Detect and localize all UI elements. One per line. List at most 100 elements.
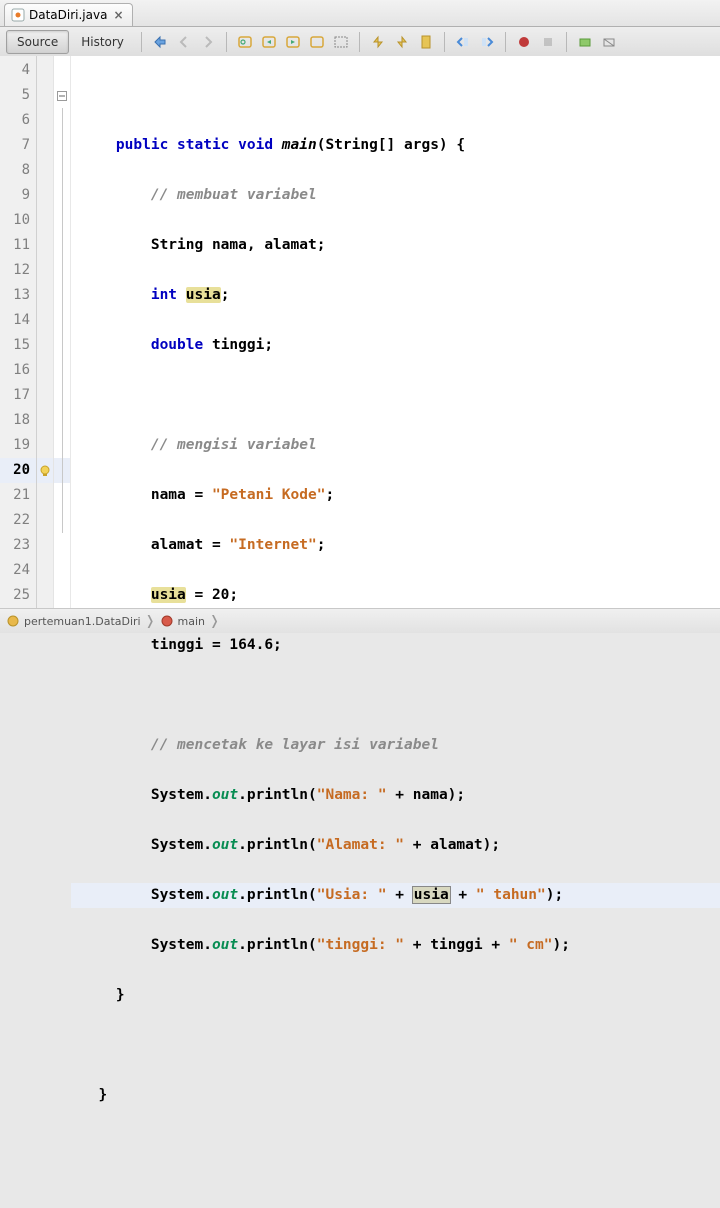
- line-number: 19: [0, 433, 36, 458]
- toolbar-separator: [359, 32, 360, 52]
- code-line: System.out.println("Nama: " + nama);: [81, 783, 720, 808]
- fold-cell: [54, 458, 70, 483]
- toolbar-separator: [505, 32, 506, 52]
- fold-margin: [54, 56, 71, 609]
- breadcrumb-bar: pertemuan1.DataDiri ❭ main ❭: [0, 608, 720, 633]
- code-line: public static void main(String[] args) {: [81, 133, 720, 158]
- fold-cell: [54, 83, 70, 108]
- glyph-cell: [37, 358, 53, 383]
- source-tab-button[interactable]: Source: [6, 30, 69, 54]
- fold-cell: [54, 308, 70, 333]
- code-line: System.out.println("Alamat: " + alamat);: [81, 833, 720, 858]
- line-number: 17: [0, 383, 36, 408]
- fold-cell: [54, 408, 70, 433]
- fold-minus-icon[interactable]: [57, 91, 67, 101]
- line-number: 18: [0, 408, 36, 433]
- code-line: [81, 683, 720, 708]
- glyph-cell: [37, 283, 53, 308]
- code-line: String nama, alamat;: [81, 233, 720, 258]
- line-number: 24: [0, 558, 36, 583]
- code-line: double tinggi;: [81, 333, 720, 358]
- history-tab-button[interactable]: History: [71, 31, 134, 53]
- glyph-margin: [37, 56, 54, 609]
- code-line: tinggi = 164.6;: [81, 633, 720, 658]
- hint-bulb-icon[interactable]: [39, 465, 51, 477]
- editor-toolbar: Source History: [0, 27, 720, 58]
- code-line: [81, 1033, 720, 1058]
- shift-left-icon[interactable]: [452, 31, 474, 53]
- code-line: usia = 20;: [81, 583, 720, 608]
- fold-cell: [54, 483, 70, 508]
- line-number: 7: [0, 133, 36, 158]
- find-prev-icon[interactable]: [258, 31, 280, 53]
- fold-cell: [54, 558, 70, 583]
- line-number: 10: [0, 208, 36, 233]
- fold-cell: [54, 533, 70, 558]
- line-number: 6: [0, 108, 36, 133]
- chevron-right-icon: ❭: [145, 614, 156, 629]
- glyph-cell: [37, 333, 53, 358]
- fold-cell: [54, 508, 70, 533]
- glyph-cell: [37, 133, 53, 158]
- toggle-rect-select-icon[interactable]: [330, 31, 352, 53]
- code-line: System.out.println("tinggi: " + tinggi +…: [81, 933, 720, 958]
- fold-cell: [54, 108, 70, 133]
- code-editor[interactable]: 45678910111213141516171819202122232425 p…: [0, 56, 720, 609]
- glyph-cell: [37, 433, 53, 458]
- glyph-cell: [37, 508, 53, 533]
- prev-bookmark-icon[interactable]: [367, 31, 389, 53]
- line-number: 13: [0, 283, 36, 308]
- fold-cell: [54, 233, 70, 258]
- toggle-bookmark-icon[interactable]: [415, 31, 437, 53]
- breadcrumb-label: pertemuan1.DataDiri: [24, 615, 141, 628]
- fold-cell: [54, 158, 70, 183]
- code-line: // membuat variabel: [81, 183, 720, 208]
- code-line: [81, 1133, 720, 1158]
- next-bookmark-icon[interactable]: [391, 31, 413, 53]
- line-number: 15: [0, 333, 36, 358]
- last-edit-icon[interactable]: [149, 31, 171, 53]
- glyph-cell: [37, 558, 53, 583]
- fold-cell: [54, 183, 70, 208]
- code-line: System.out.println("Usia: " + usia + " t…: [71, 883, 720, 908]
- breadcrumb-method[interactable]: main ❭: [160, 614, 224, 629]
- code-line: alamat = "Internet";: [81, 533, 720, 558]
- tab-bar: DataDiri.java ×: [0, 0, 720, 27]
- fold-cell: [54, 333, 70, 358]
- line-number: 5: [0, 83, 36, 108]
- code-line: }: [81, 983, 720, 1008]
- code-area[interactable]: public static void main(String[] args) {…: [71, 56, 720, 609]
- glyph-cell: [37, 208, 53, 233]
- line-number: 12: [0, 258, 36, 283]
- back-icon[interactable]: [173, 31, 195, 53]
- fold-cell: [54, 133, 70, 158]
- line-number: 21: [0, 483, 36, 508]
- fold-cell: [54, 258, 70, 283]
- forward-icon[interactable]: [197, 31, 219, 53]
- line-number: 23: [0, 533, 36, 558]
- shift-right-icon[interactable]: [476, 31, 498, 53]
- uncomment-icon[interactable]: [598, 31, 620, 53]
- tab-close-icon[interactable]: ×: [111, 8, 125, 22]
- glyph-cell: [37, 308, 53, 333]
- fold-cell: [54, 433, 70, 458]
- fold-cell: [54, 283, 70, 308]
- toolbar-separator: [226, 32, 227, 52]
- line-number: 16: [0, 358, 36, 383]
- macro-stop-icon[interactable]: [537, 31, 559, 53]
- line-number: 9: [0, 183, 36, 208]
- find-next-icon[interactable]: [282, 31, 304, 53]
- find-selection-icon[interactable]: [234, 31, 256, 53]
- toggle-highlight-icon[interactable]: [306, 31, 328, 53]
- glyph-cell: [37, 408, 53, 433]
- file-tab[interactable]: DataDiri.java ×: [4, 3, 133, 26]
- breadcrumb-class[interactable]: pertemuan1.DataDiri ❭: [6, 614, 160, 629]
- glyph-cell: [37, 483, 53, 508]
- java-file-icon: [11, 8, 25, 22]
- line-number: 25: [0, 583, 36, 608]
- fold-cell: [54, 58, 70, 83]
- comment-icon[interactable]: [574, 31, 596, 53]
- fold-cell: [54, 358, 70, 383]
- line-number: 11: [0, 233, 36, 258]
- macro-record-icon[interactable]: [513, 31, 535, 53]
